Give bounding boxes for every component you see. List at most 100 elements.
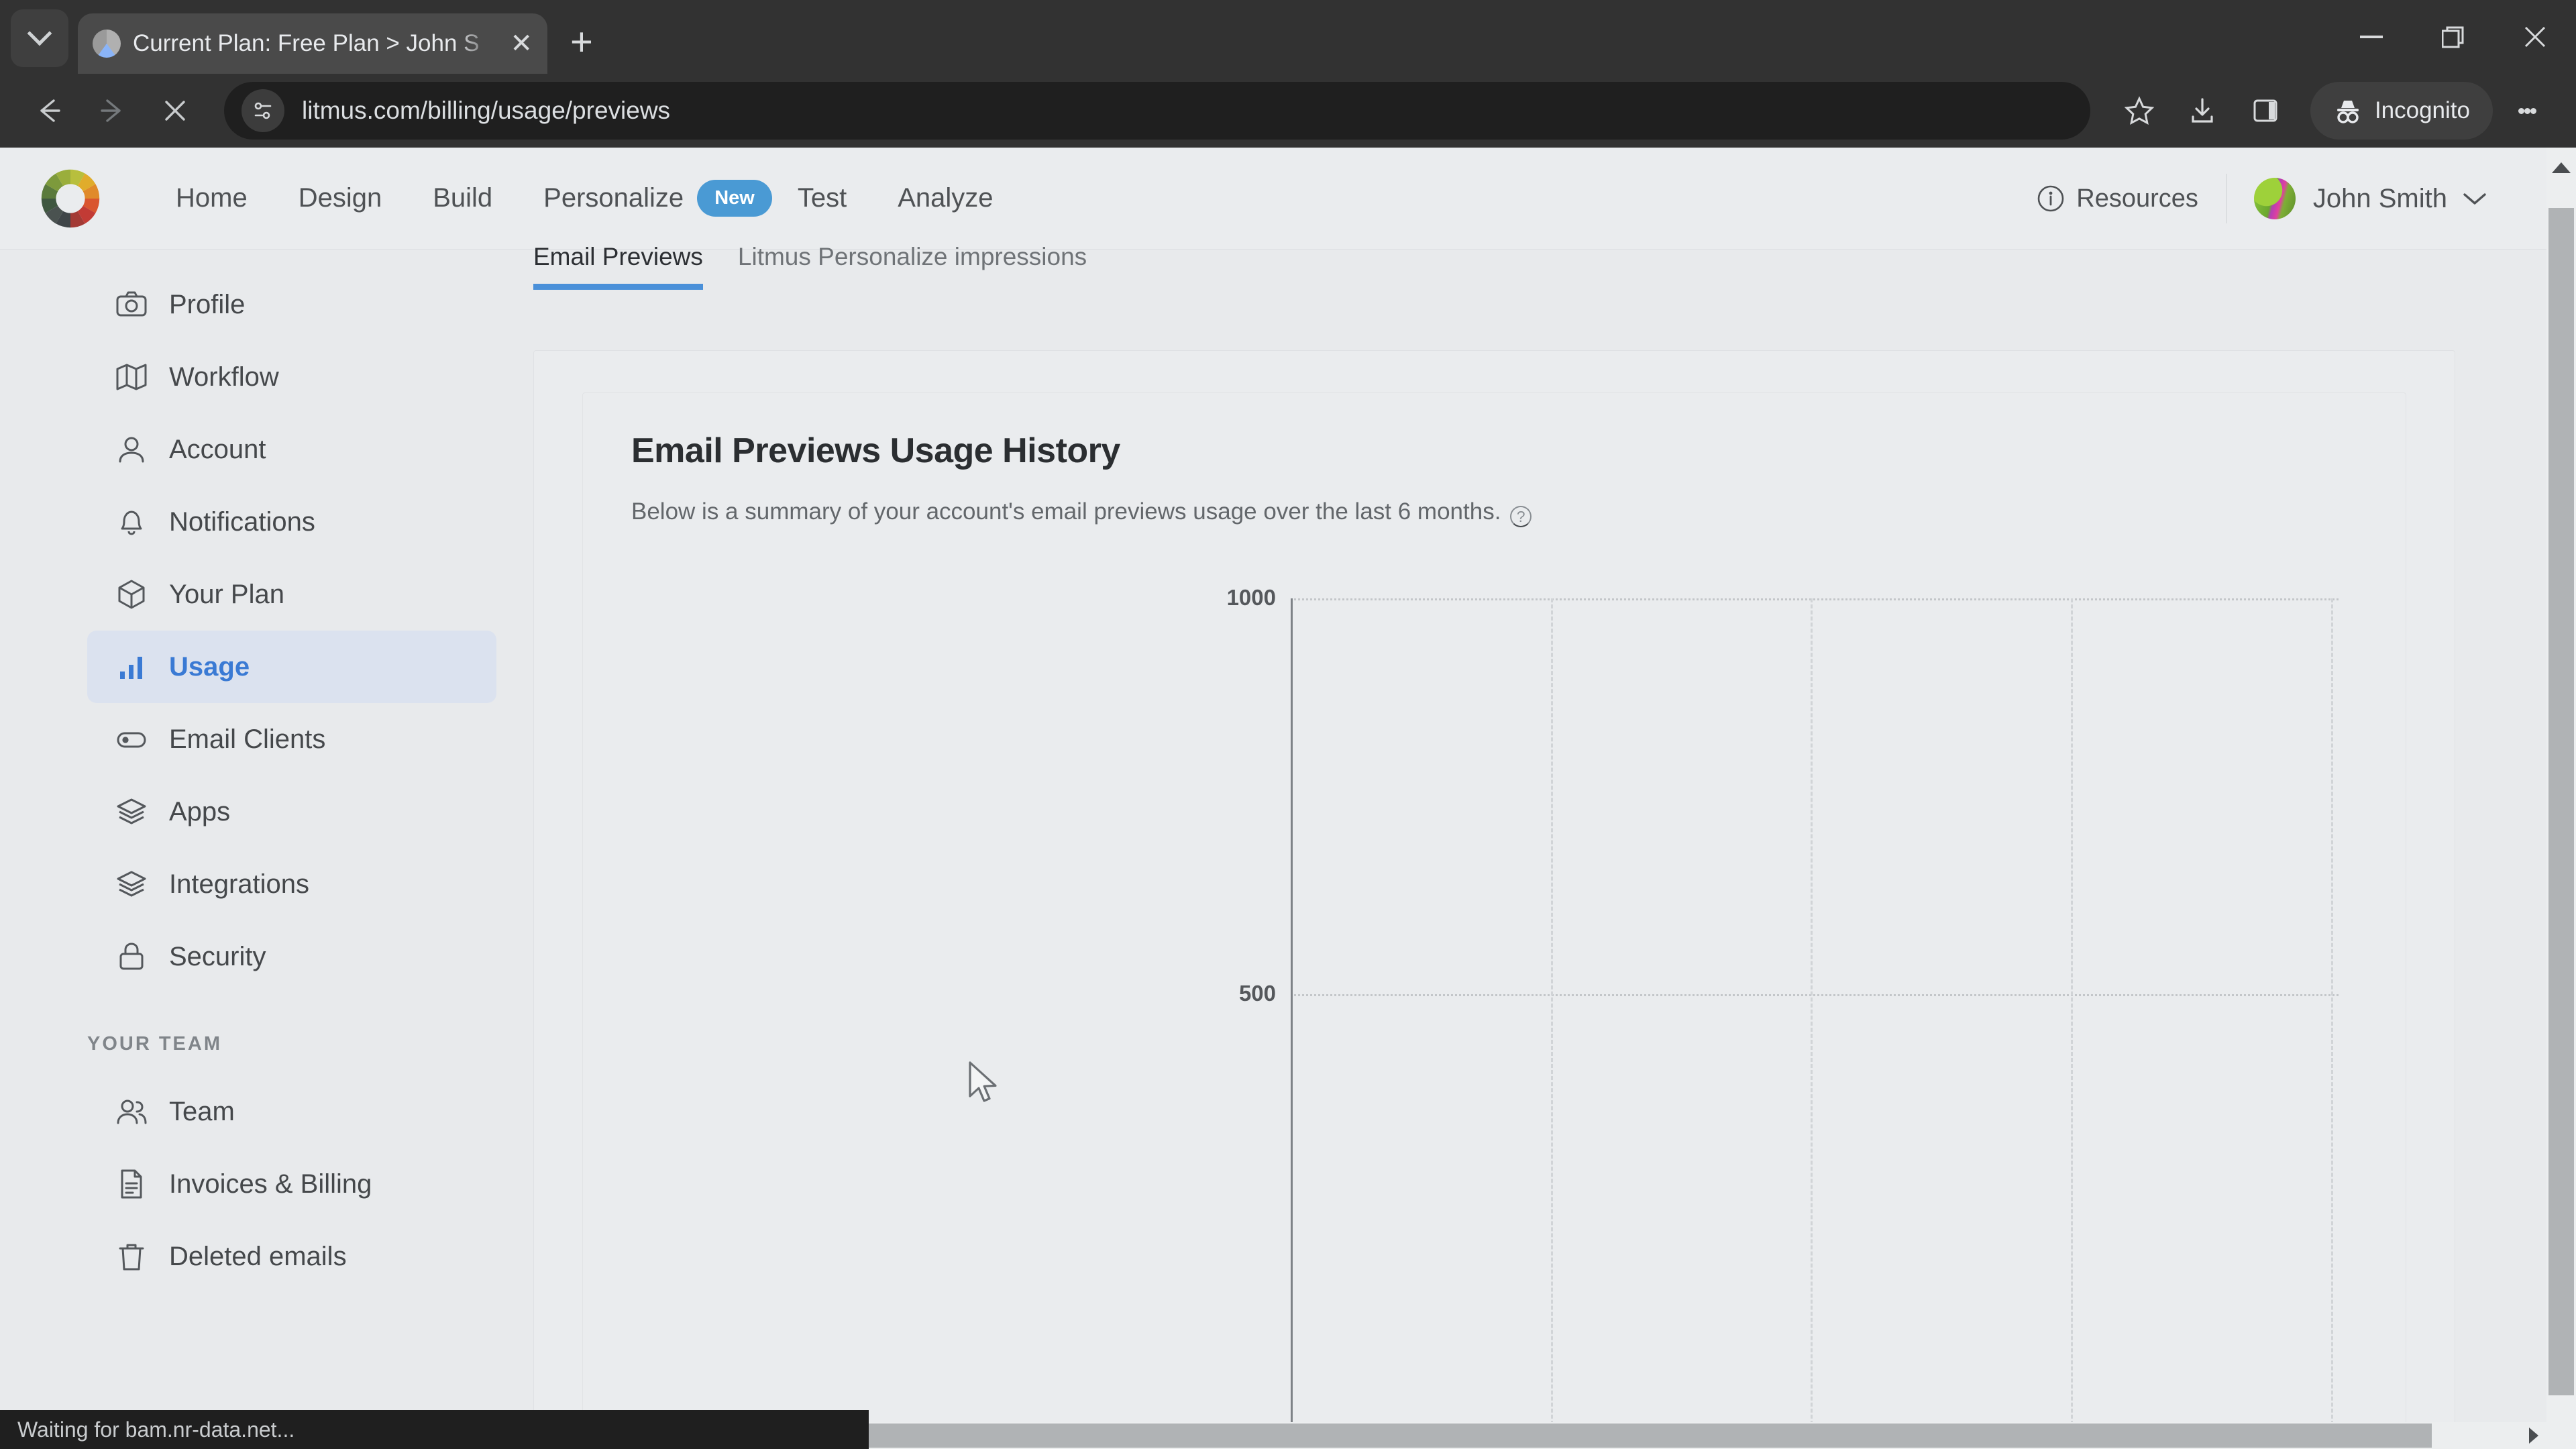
page-viewport: Home Design Build Personalize New Test A… [0,148,2576,1449]
sidebar-item-deleted-emails[interactable]: Deleted emails [87,1220,496,1293]
sidebar-item-email-clients[interactable]: Email Clients [87,703,496,775]
usage-chart: 1000 500 [583,574,2406,1449]
mouse-cursor [969,1061,997,1102]
sidebar-item-label: Workflow [169,362,279,392]
sidebar-item-usage[interactable]: Usage [87,631,496,703]
sidebar-item-security[interactable]: Security [87,920,496,993]
info-circle-icon [2037,185,2064,212]
nav-item-home[interactable]: Home [150,183,273,213]
minimize-icon[interactable] [2330,0,2412,74]
gridline-vertical [1811,598,1813,1449]
tab-strip: Current Plan: Free Plan > John S ✕ + [0,0,2576,74]
sidebar-item-label: Notifications [169,506,315,537]
sidebar-item-team[interactable]: Team [87,1075,496,1148]
close-icon[interactable]: ✕ [510,30,533,57]
user-icon [114,432,149,467]
trash-icon [114,1239,149,1274]
sidebar-item-workflow[interactable]: Workflow [87,341,496,413]
nav-item-personalize[interactable]: Personalize [518,183,709,213]
sidebar-item-label: Team [169,1096,235,1126]
sidebar-item-label: Account [169,434,266,464]
main-nav: Home Design Build Personalize New Test A… [150,180,1019,217]
avatar[interactable] [2253,178,2296,219]
maximize-icon[interactable] [2412,0,2494,74]
window-controls [2330,0,2576,74]
sidebar-item-apps[interactable]: Apps [87,775,496,848]
litmus-logo-icon[interactable] [39,167,102,230]
nav-item-analyze[interactable]: Analyze [872,183,1018,213]
sidebar-item-label: Integrations [169,869,310,899]
vertical-scrollbar[interactable] [2546,148,2576,1449]
browser-toolbar: litmus.com/billing/usage/previews Incogn… [0,74,2576,148]
sidebar-item-label: Apps [169,796,231,826]
bar-chart-icon [114,649,149,684]
forward-button[interactable] [83,82,141,140]
resources-button[interactable]: Resources [2036,184,2198,213]
tab-litmus-personalize-impressions[interactable]: Litmus Personalize impressions [738,243,1087,290]
new-tab-button[interactable]: + [570,23,593,62]
downloads-icon[interactable] [2174,82,2231,140]
tab-title: Current Plan: Free Plan > John S [133,30,480,56]
url-text[interactable]: litmus.com/billing/usage/previews [302,97,670,125]
sidebar-item-integrations[interactable]: Integrations [87,848,496,920]
layers-icon [114,867,149,902]
status-bar: Waiting for bam.nr-data.net... [0,1410,869,1449]
chrome-menu-icon[interactable] [2498,82,2556,140]
lock-icon [114,939,149,974]
y-axis-tick-1000: 1000 [1226,585,1276,610]
gridline-vertical [1551,598,1553,1449]
address-bar[interactable]: litmus.com/billing/usage/previews [224,82,2090,140]
nav-item-design[interactable]: Design [273,183,408,213]
horizontal-scrollbar[interactable] [869,1422,2546,1449]
y-axis-line [1291,598,1293,1449]
sidebar-item-label: Profile [169,289,246,319]
resources-label: Resources [2076,184,2198,213]
sidebar-item-your-plan[interactable]: Your Plan [87,558,496,631]
vertical-scrollbar-thumb[interactable] [2548,208,2574,1395]
nav-item-test[interactable]: Test [772,183,872,213]
scroll-right-arrow-icon[interactable] [2529,1428,2538,1444]
close-window-icon[interactable] [2494,0,2576,74]
side-panel-icon[interactable] [2237,82,2294,140]
card-description-text: Below is a summary of your account's ema… [631,498,1501,525]
horizontal-scrollbar-thumb[interactable] [869,1424,2432,1448]
back-button[interactable] [20,82,78,140]
camera-icon [114,287,149,322]
chevron-down-icon[interactable] [2462,191,2487,207]
help-circle-icon[interactable]: ? [1510,506,1532,528]
bookmark-star-icon[interactable] [2110,82,2168,140]
gridline-vertical [2071,598,2073,1449]
site-settings-icon[interactable] [241,89,284,132]
browser-tab[interactable]: Current Plan: Free Plan > John S ✕ [78,13,547,74]
main-content: Email Previews Litmus Personalize impres… [533,243,2576,1449]
sidebar-item-label: Invoices & Billing [169,1169,372,1199]
sidebar-item-notifications[interactable]: Notifications [87,486,496,558]
sidebar-section-title: YOUR TEAM [87,1033,222,1055]
nav-item-build[interactable]: Build [407,183,518,213]
sidebar-item-invoices-billing[interactable]: Invoices & Billing [87,1148,496,1220]
bell-icon [114,504,149,539]
stop-loading-button[interactable] [146,82,204,140]
incognito-icon [2337,101,2359,123]
sidebar-item-label: Your Plan [169,579,284,609]
favicon-icon [93,30,121,58]
chevron-down-icon [27,21,52,46]
toggle-icon [114,722,149,757]
sidebar-item-label: Usage [169,651,250,682]
users-icon [114,1094,149,1129]
gridline-vertical [2331,598,2333,1449]
content-tabs: Email Previews Litmus Personalize impres… [0,229,2576,290]
gridline-horizontal [1291,598,2339,600]
scroll-up-arrow-icon[interactable] [2552,162,2571,173]
tab-email-previews[interactable]: Email Previews [533,243,703,290]
map-icon [114,360,149,394]
tab-search-button[interactable] [11,9,68,67]
incognito-indicator[interactable]: Incognito [2310,82,2493,140]
layers-icon [114,794,149,829]
usage-panel: Email Previews Usage History Below is a … [533,350,2455,1449]
sidebar-item-account[interactable]: Account [87,413,496,486]
new-badge: New [697,180,772,217]
settings-sidebar: Profile Workflow Account Notifications Y… [0,250,533,1449]
sidebar-item-label: Deleted emails [169,1241,347,1271]
user-name[interactable]: John Smith [2313,184,2447,214]
